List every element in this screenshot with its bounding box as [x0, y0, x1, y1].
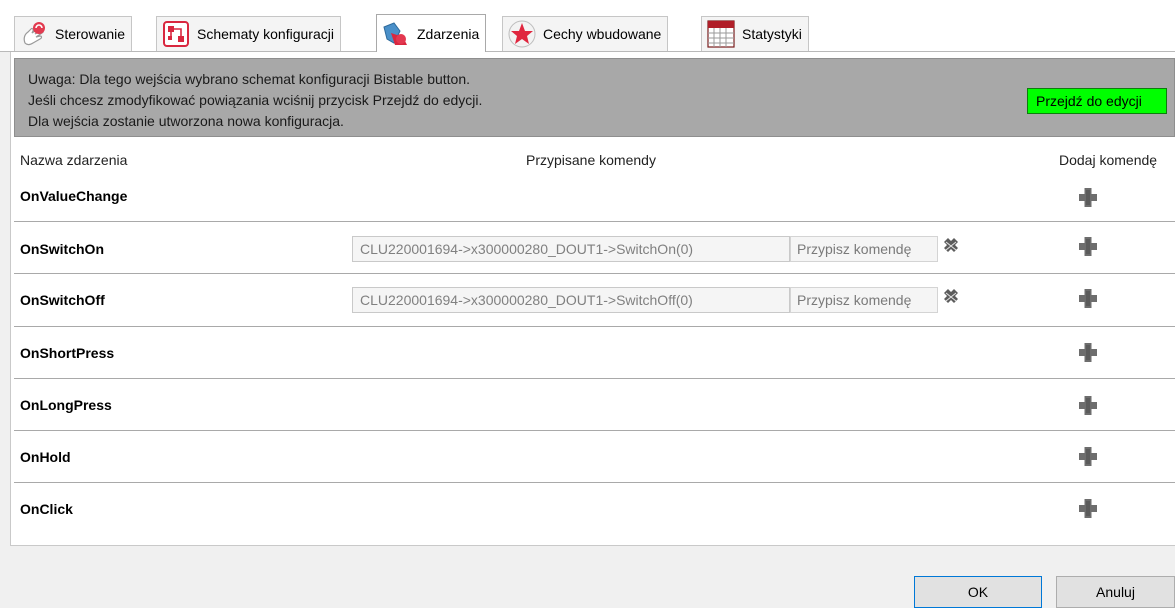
- tab-label: Statystyki: [742, 26, 802, 42]
- event-row: OnValueChange: [14, 173, 1175, 221]
- remove-command-icon[interactable]: [940, 236, 962, 258]
- event-name: OnSwitchOn: [20, 241, 104, 257]
- event-row: OnHold: [14, 431, 1175, 483]
- notice-box: Uwaga: Dla tego wejścia wybrano schemat …: [14, 58, 1175, 137]
- ok-button[interactable]: OK: [914, 576, 1042, 608]
- event-name: OnLongPress: [20, 397, 112, 413]
- star-icon: [507, 19, 537, 49]
- header-add-command: Dodaj komendę: [1059, 152, 1158, 168]
- header-event-name: Nazwa zdarzenia: [20, 152, 128, 168]
- event-row: OnLongPress: [14, 379, 1175, 431]
- notice-line-1: Uwaga: Dla tego wejścia wybrano schemat …: [28, 71, 471, 87]
- event-row: OnSwitchOn CLU220001694->x300000280_DOUT…: [14, 221, 1175, 274]
- add-command-icon[interactable]: [1076, 444, 1100, 468]
- add-command-icon[interactable]: [1076, 185, 1100, 209]
- tab-label: Sterowanie: [55, 26, 126, 42]
- tab-label: Zdarzenia: [417, 25, 480, 42]
- event-row: OnSwitchOff CLU220001694->x300000280_DOU…: [14, 274, 1175, 327]
- cancel-button[interactable]: Anuluj: [1056, 576, 1175, 608]
- calendar-grid-icon: [706, 19, 736, 49]
- tab-schematy-konfiguracji[interactable]: Schematy konfiguracji: [156, 16, 341, 51]
- schema-icon: [161, 19, 191, 49]
- assigned-command-field: CLU220001694->x300000280_DOUT1->SwitchOn…: [352, 236, 790, 262]
- tab-sterowanie[interactable]: Sterowanie: [14, 16, 133, 51]
- hand-pointer-icon: [19, 19, 49, 49]
- notice-line-3: Dla wejścia zostanie utworzona nowa konf…: [28, 113, 344, 129]
- notice-line-2: Jeśli chcesz zmodyfikować powiązania wci…: [28, 92, 483, 108]
- add-command-icon[interactable]: [1076, 340, 1100, 364]
- event-name: OnHold: [20, 449, 71, 465]
- tab-statystyki[interactable]: Statystyki: [701, 16, 809, 51]
- events-icon: [381, 19, 411, 49]
- add-command-icon[interactable]: [1076, 286, 1100, 310]
- assign-command-input[interactable]: Przypisz komendę: [790, 287, 938, 313]
- event-row: OnClick: [14, 483, 1175, 535]
- header-assigned-commands: Przypisane komendy: [526, 152, 656, 168]
- tab-cechy-wbudowane[interactable]: Cechy wbudowane: [502, 16, 669, 51]
- event-name: OnValueChange: [20, 188, 128, 204]
- event-name: OnClick: [20, 501, 73, 517]
- assigned-command-field: CLU220001694->x300000280_DOUT1->SwitchOf…: [352, 287, 790, 313]
- assign-command-input[interactable]: Przypisz komendę: [790, 236, 938, 262]
- add-command-icon[interactable]: [1076, 234, 1100, 258]
- tab-zdarzenia[interactable]: Zdarzenia: [376, 14, 487, 52]
- remove-command-icon[interactable]: [940, 287, 962, 309]
- tab-label: Cechy wbudowane: [543, 26, 662, 42]
- add-command-icon[interactable]: [1076, 496, 1100, 520]
- event-name: OnSwitchOff: [20, 292, 105, 308]
- add-command-icon[interactable]: [1076, 393, 1100, 417]
- event-row: OnShortPress: [14, 327, 1175, 379]
- event-name: OnShortPress: [20, 345, 115, 361]
- tab-label: Schematy konfiguracji: [197, 26, 334, 42]
- edit-button[interactable]: Przejdź do edycji: [1027, 88, 1167, 114]
